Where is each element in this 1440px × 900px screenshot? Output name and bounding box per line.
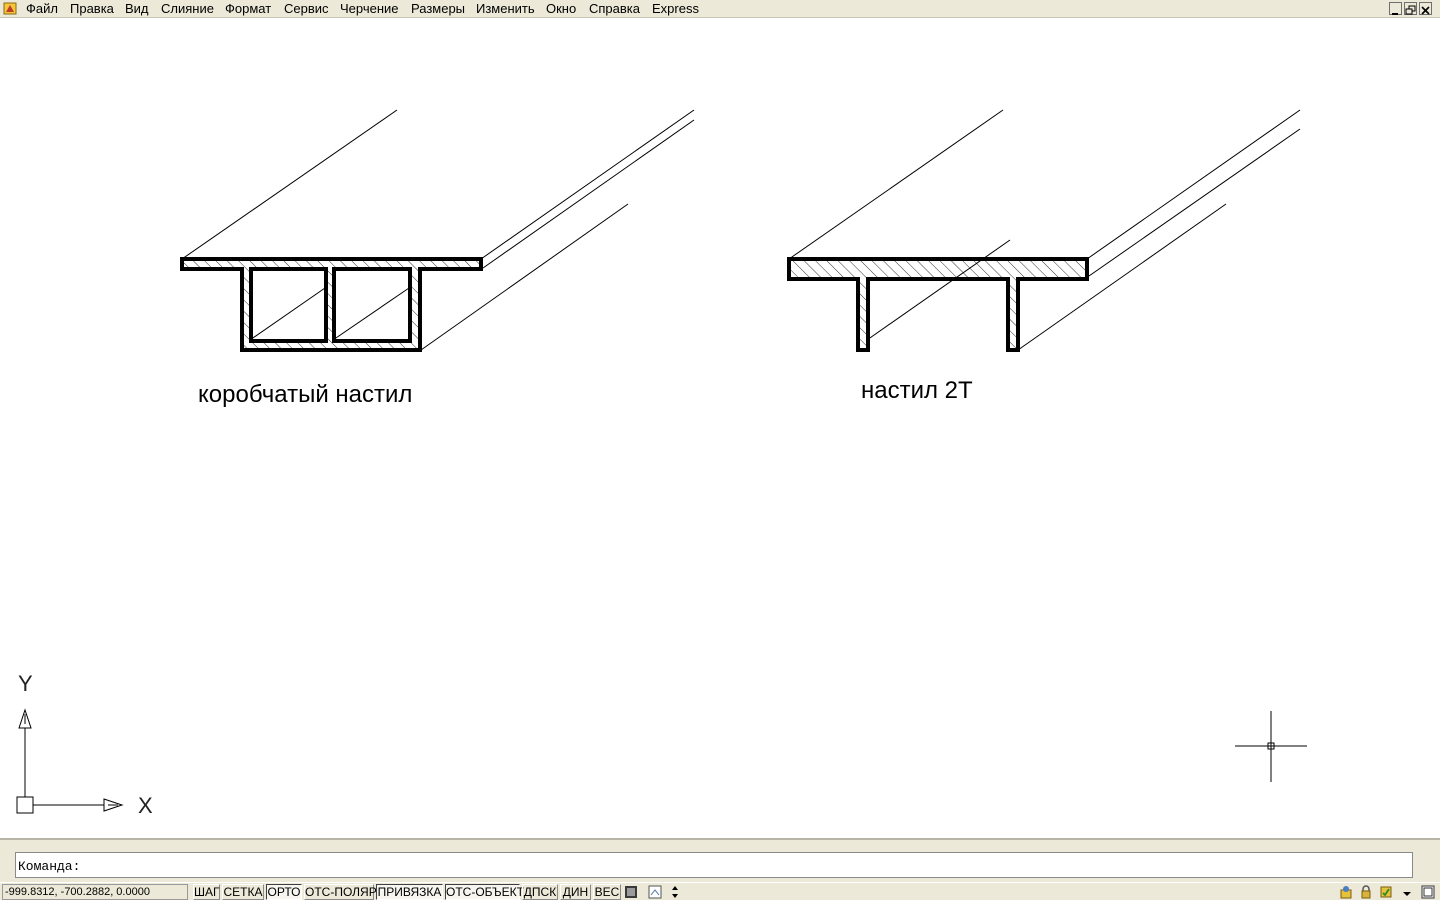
drawing-svg <box>16 109 1307 814</box>
ucs-axis-icon <box>16 708 124 814</box>
menu-help[interactable]: Справка <box>589 1 640 17</box>
menu-modify[interactable]: Изменить <box>476 1 535 17</box>
menu-dimension[interactable]: Размеры <box>411 1 465 17</box>
ucs-x-label: X <box>138 793 153 818</box>
ducs-toggle[interactable]: ДПСК <box>522 884 558 900</box>
communication-center-icon[interactable] <box>1339 885 1353 899</box>
minimize-icon <box>1392 13 1398 15</box>
status-bar: -999.8312, -700.2882, 0.0000 ШАГ СЕТКА О… <box>0 882 1440 900</box>
polar-toggle[interactable]: ОТС-ПОЛЯР <box>304 884 377 900</box>
drawing-canvas[interactable]: коробчатый настил настил 2Т Y X <box>0 18 1440 838</box>
otrack-toggle[interactable]: ОТС-ОБЪЕКТ <box>445 884 524 900</box>
tee-deck-label[interactable]: настил 2Т <box>861 377 973 405</box>
command-line[interactable]: Команда: <box>15 852 1413 878</box>
scroll-arrows-icon[interactable] <box>670 885 680 899</box>
ortho-toggle[interactable]: ОРТО <box>266 884 302 900</box>
menu-file[interactable]: Файл <box>26 1 58 17</box>
model-space-icon[interactable] <box>624 885 638 899</box>
box-deck-label[interactable]: коробчатый настил <box>198 381 412 409</box>
dyn-toggle[interactable]: ДИН <box>560 884 591 900</box>
grid-toggle[interactable]: СЕТКА <box>222 884 264 900</box>
lweight-toggle[interactable]: ВЕС <box>593 884 621 900</box>
osnap-toggle[interactable]: ПРИВЯЗКА <box>376 884 443 900</box>
close-button[interactable] <box>1419 2 1432 15</box>
command-prompt: Команда: <box>18 859 81 874</box>
clean-screen-icon[interactable] <box>1421 885 1435 899</box>
menu-format[interactable]: Формат <box>225 1 271 17</box>
crosshair-cursor <box>1235 711 1307 782</box>
menu-draw[interactable]: Черчение <box>340 1 399 17</box>
app-icon[interactable] <box>3 2 17 15</box>
tee-deck-drawing[interactable] <box>787 109 1301 352</box>
menu-tools[interactable]: Сервис <box>284 1 329 17</box>
box-deck-drawing[interactable] <box>180 109 695 352</box>
menu-view[interactable]: Вид <box>125 1 149 17</box>
menu-bar: Файл Правка Вид Слияние Формат Сервис Че… <box>0 0 1440 18</box>
snap-toggle[interactable]: ШАГ <box>193 884 220 900</box>
lock-icon[interactable] <box>1359 885 1373 899</box>
restore-button[interactable] <box>1404 2 1417 15</box>
chevron-down-icon[interactable] <box>1401 885 1413 899</box>
minimize-button[interactable] <box>1389 2 1402 15</box>
menu-express[interactable]: Express <box>652 1 699 17</box>
ucs-y-label: Y <box>18 671 33 696</box>
restore-icon <box>1405 5 1416 15</box>
menu-edit[interactable]: Правка <box>70 1 114 17</box>
layout-icon[interactable] <box>648 885 662 899</box>
menu-window[interactable]: Окно <box>546 1 576 17</box>
tray-settings-icon[interactable] <box>1379 885 1393 899</box>
command-window: Команда: <box>0 838 1440 882</box>
coordinates-readout[interactable]: -999.8312, -700.2882, 0.0000 <box>2 884 188 900</box>
menu-merge[interactable]: Слияние <box>161 1 214 17</box>
close-icon <box>1421 6 1430 15</box>
